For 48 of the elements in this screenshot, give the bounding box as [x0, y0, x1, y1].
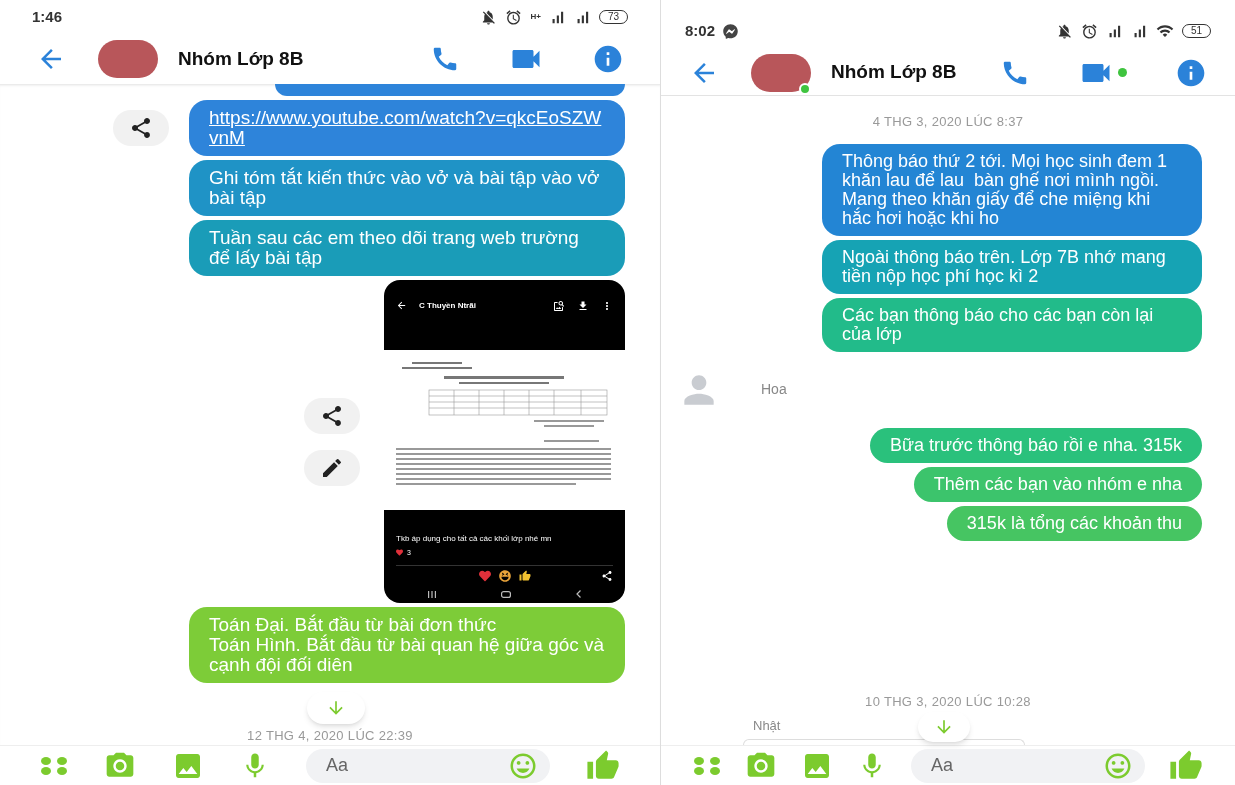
link-bubble[interactable]: https://www.youtube.com/watch?v=qkcEoSZWvnM: [189, 100, 625, 156]
message-bubble: Ngoài thông báo trên. Lớp 7B nhớ mang tiền nộp học phí học kì 2: [822, 239, 1202, 294]
message-bubble: Ghi tóm tắt kiến thức vào vở và bài tập vào vở bài tập: [189, 160, 625, 216]
image-search-icon: [553, 300, 565, 312]
back-icon: [575, 590, 581, 598]
message-bubble: 315k là tổng các khoản thu: [946, 505, 1202, 541]
download-icon: [577, 300, 589, 312]
message-input[interactable]: Aa: [306, 748, 550, 783]
edit-button[interactable]: [304, 449, 360, 486]
network-type-label: H+: [530, 13, 541, 21]
message-input[interactable]: Aa: [911, 748, 1145, 783]
laughing-face-icon: [498, 570, 511, 582]
alarm-icon: [505, 8, 523, 26]
share-button[interactable]: [113, 110, 169, 146]
chat-title: Nhóm Lớp 8B: [178, 46, 304, 71]
message-bubble: Thông báo thứ 2 tới. Mọi học sinh đem 1 khăn lau để lau bàn ghế nơi mình ngồi. Mang theo khăn giấy để che miệng khi hắc hơi hoặc khi ho: [822, 143, 1202, 236]
message-bubble: Thêm các bạn vào nhóm e nha: [913, 466, 1202, 502]
heart-icon: [478, 570, 491, 582]
thumbs-up-icon: [518, 570, 531, 582]
group-photo-placeholder: [98, 40, 158, 78]
group-photo-placeholder: [751, 53, 811, 92]
message-bubble: Bữa trước thông báo rồi e nha. 315k: [869, 427, 1202, 463]
share-icon: [129, 116, 153, 140]
clock-time: 1:46: [32, 6, 63, 27]
back-arrow-icon: [396, 300, 407, 311]
grid-dots-icon[interactable]: [40, 755, 68, 776]
share-button[interactable]: [304, 397, 360, 434]
scroll-down-button[interactable]: [918, 712, 970, 742]
app-title: C Thuyền Ntrãi: [419, 300, 476, 311]
recent-apps-icon: [428, 590, 437, 598]
grid-dots-icon[interactable]: [693, 755, 721, 776]
alarm-icon: [1080, 22, 1098, 40]
heart-icon: [396, 549, 403, 556]
scroll-down-button[interactable]: [307, 692, 365, 724]
message-bubble: Tuần sau các em theo dõi trang web trường để lấy bài tập: [189, 220, 625, 276]
timestamp: 4 THG 3, 2020 LÚC 8:37: [872, 113, 1024, 131]
image-caption: Tkb áp dụng cho tất cả các khối lớp nhé mn: [396, 534, 553, 544]
sender-name: Hoa: [761, 380, 787, 399]
timestamp: 10 THG 3, 2020 LÚC 10:28: [865, 693, 1031, 711]
home-icon: [501, 590, 511, 598]
clock-time: 8:02: [685, 20, 716, 41]
info-icon[interactable]: [592, 43, 624, 75]
chat-title: Nhóm Lớp 8B: [831, 60, 957, 85]
message-bubble: Các bạn thông báo cho các bạn còn lại của lớp: [822, 297, 1202, 352]
message-bubble: Toán Đại. Bắt đầu từ bài đơn thức Toán Hình. Bắt đầu từ bài quan hệ giữa góc và cạnh đội đối diên: [189, 607, 625, 683]
sender-name: Nhật: [753, 716, 781, 735]
timestamp: 12 THG 4, 2020 LÚC 22:39: [247, 726, 413, 745]
share-icon: [320, 403, 344, 428]
